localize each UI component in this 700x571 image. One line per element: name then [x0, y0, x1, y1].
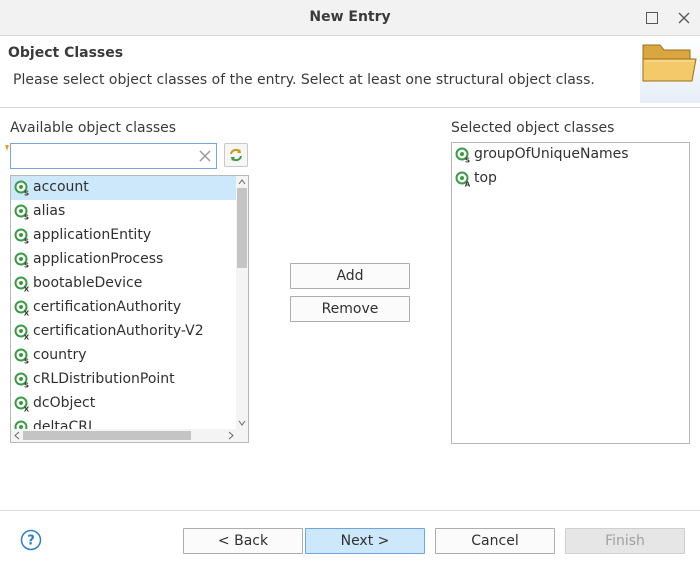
- object-class-icon: S: [14, 252, 30, 270]
- folder-icon: [640, 37, 700, 103]
- back-button[interactable]: < Back: [183, 528, 303, 554]
- list-item-label: top: [474, 170, 497, 186]
- svg-text:S: S: [24, 382, 29, 389]
- list-item-label: country: [33, 347, 87, 363]
- list-item[interactable]: SgroupOfUniqueNames: [452, 143, 689, 167]
- object-class-icon: S: [14, 372, 30, 390]
- selected-list[interactable]: SgroupOfUniqueNames Atop: [451, 142, 690, 444]
- svg-text:S: S: [24, 190, 29, 197]
- svg-text:X: X: [24, 334, 30, 341]
- list-item-label: applicationEntity: [33, 227, 152, 243]
- available-list[interactable]: Saccount Salias SapplicationEntity Sapplica…: [10, 175, 249, 443]
- svg-text:S: S: [24, 262, 29, 269]
- list-item-label: account: [33, 179, 89, 195]
- list-item-label: dcObject: [33, 395, 96, 411]
- svg-text:X: X: [24, 310, 30, 317]
- object-class-icon: S: [14, 204, 30, 222]
- object-class-icon: S: [14, 228, 30, 246]
- object-class-icon: X: [14, 396, 30, 414]
- svg-text:S: S: [24, 238, 29, 245]
- list-item[interactable]: Saccount: [11, 176, 236, 200]
- help-icon[interactable]: ?: [20, 529, 42, 551]
- svg-text:S: S: [24, 214, 29, 221]
- list-item-label: certificationAuthority: [33, 299, 182, 315]
- list-item[interactable]: Salias: [11, 200, 236, 224]
- list-item[interactable]: XbootableDevice: [11, 272, 236, 296]
- list-item-label: groupOfUniqueNames: [474, 146, 629, 162]
- list-item[interactable]: SapplicationProcess: [11, 248, 236, 272]
- list-item[interactable]: SapplicationEntity: [11, 224, 236, 248]
- object-class-icon: S: [14, 180, 30, 198]
- filter-input[interactable]: [13, 146, 193, 166]
- selected-label: Selected object classes: [451, 120, 615, 136]
- svg-text:S: S: [24, 358, 29, 365]
- list-item-label: bootableDevice: [33, 275, 143, 291]
- available-label: Available object classes: [10, 120, 177, 136]
- list-item[interactable]: XcertificationAuthority-V2: [11, 320, 236, 344]
- scroll-right-icon[interactable]: [225, 429, 237, 442]
- list-item-label: cRLDistributionPoint: [33, 371, 175, 387]
- list-item[interactable]: ScRLDistributionPoint: [11, 368, 236, 392]
- wizard-header: Object Classes Please select object clas…: [0, 37, 700, 108]
- scroll-left-icon[interactable]: [11, 429, 23, 442]
- object-class-icon: S: [455, 147, 471, 165]
- list-item[interactable]: Scountry: [11, 344, 236, 368]
- finish-button[interactable]: Finish: [565, 528, 685, 554]
- list-item-label: applicationProcess: [33, 251, 164, 267]
- list-item-label: certificationAuthority-V2: [33, 323, 204, 339]
- svg-text:S: S: [465, 157, 470, 164]
- horizontal-scroll-thumb[interactable]: [23, 431, 191, 440]
- cancel-button[interactable]: Cancel: [435, 528, 555, 554]
- filter-input-box[interactable]: [10, 143, 217, 169]
- list-item[interactable]: XdcObject: [11, 392, 236, 416]
- object-class-icon: X: [14, 300, 30, 318]
- maximize-icon[interactable]: [642, 8, 662, 28]
- list-item[interactable]: Atop: [452, 167, 689, 191]
- svg-text:?: ?: [27, 534, 35, 549]
- page-title: Object Classes: [8, 45, 124, 61]
- footer-divider: [0, 510, 700, 511]
- object-class-icon: X: [14, 324, 30, 342]
- clear-icon[interactable]: [197, 148, 213, 164]
- add-button[interactable]: Add: [290, 263, 410, 289]
- vertical-scroll-thumb[interactable]: [237, 188, 247, 268]
- svg-text:X: X: [24, 286, 30, 293]
- sync-button[interactable]: [224, 143, 248, 167]
- close-icon[interactable]: [674, 8, 694, 28]
- remove-button[interactable]: Remove: [290, 296, 410, 322]
- sync-icon: [228, 147, 244, 167]
- object-class-icon: X: [14, 276, 30, 294]
- title-bar: New Entry: [0, 0, 700, 36]
- vertical-scrollbar[interactable]: [236, 176, 248, 429]
- svg-text:A: A: [465, 181, 471, 188]
- list-item[interactable]: XcertificationAuthority: [11, 296, 236, 320]
- window-title: New Entry: [309, 9, 391, 25]
- list-item-label: alias: [33, 203, 66, 219]
- scroll-down-icon[interactable]: [236, 417, 248, 429]
- next-button[interactable]: Next >: [305, 528, 425, 554]
- horizontal-scrollbar[interactable]: [11, 429, 248, 442]
- object-class-icon: A: [455, 171, 471, 189]
- scroll-up-icon[interactable]: [236, 176, 248, 188]
- svg-text:X: X: [24, 406, 30, 413]
- page-description: Please select object classes of the entr…: [13, 72, 595, 88]
- object-class-icon: S: [14, 348, 30, 366]
